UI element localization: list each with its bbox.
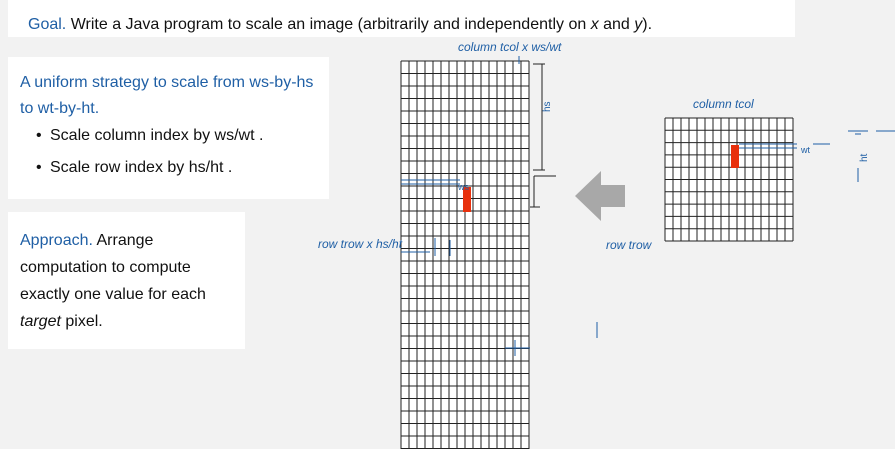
target-image (664, 117, 794, 242)
target-pixel (731, 145, 739, 168)
source-row-label: row trow x hs/ht (318, 237, 403, 251)
source-column-label: column tcol x ws/wt (458, 40, 562, 54)
scaling-diagram: hs ws wt ht (400, 56, 895, 449)
wt-label: wt (800, 145, 810, 155)
hs-label: hs (542, 101, 553, 112)
scale-arrow-icon (575, 171, 625, 221)
ht-label: ht (859, 153, 870, 162)
hs-bracket (530, 63, 556, 208)
source-image (400, 60, 530, 449)
ws-label: ws (457, 182, 469, 192)
target-column-label: column tcol (693, 97, 754, 111)
target-row-label: row trow (606, 238, 652, 252)
